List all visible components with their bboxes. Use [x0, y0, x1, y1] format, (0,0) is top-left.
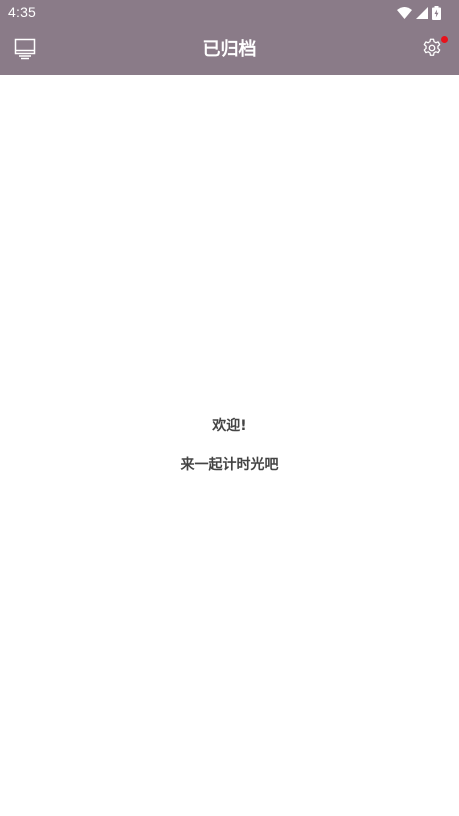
battery-icon [432, 5, 441, 20]
welcome-text: 欢迎! [212, 418, 247, 434]
wifi-icon [397, 6, 412, 19]
gear-icon [421, 37, 443, 63]
cellular-signal-icon [416, 6, 428, 19]
main-content: 欢迎! 来一起计时光吧 [0, 75, 459, 816]
app-bar: 已归档 [0, 25, 459, 75]
status-icons [397, 5, 441, 20]
screen: 4:35 已归档 欢迎! 来一起计时光吧 [0, 0, 459, 816]
notification-dot [441, 36, 448, 43]
settings-button[interactable] [419, 36, 448, 63]
status-time: 4:35 [8, 4, 37, 20]
page-title: 已归档 [202, 39, 257, 60]
status-bar: 4:35 [0, 0, 459, 25]
empty-state-message: 来一起计时光吧 [180, 457, 279, 473]
